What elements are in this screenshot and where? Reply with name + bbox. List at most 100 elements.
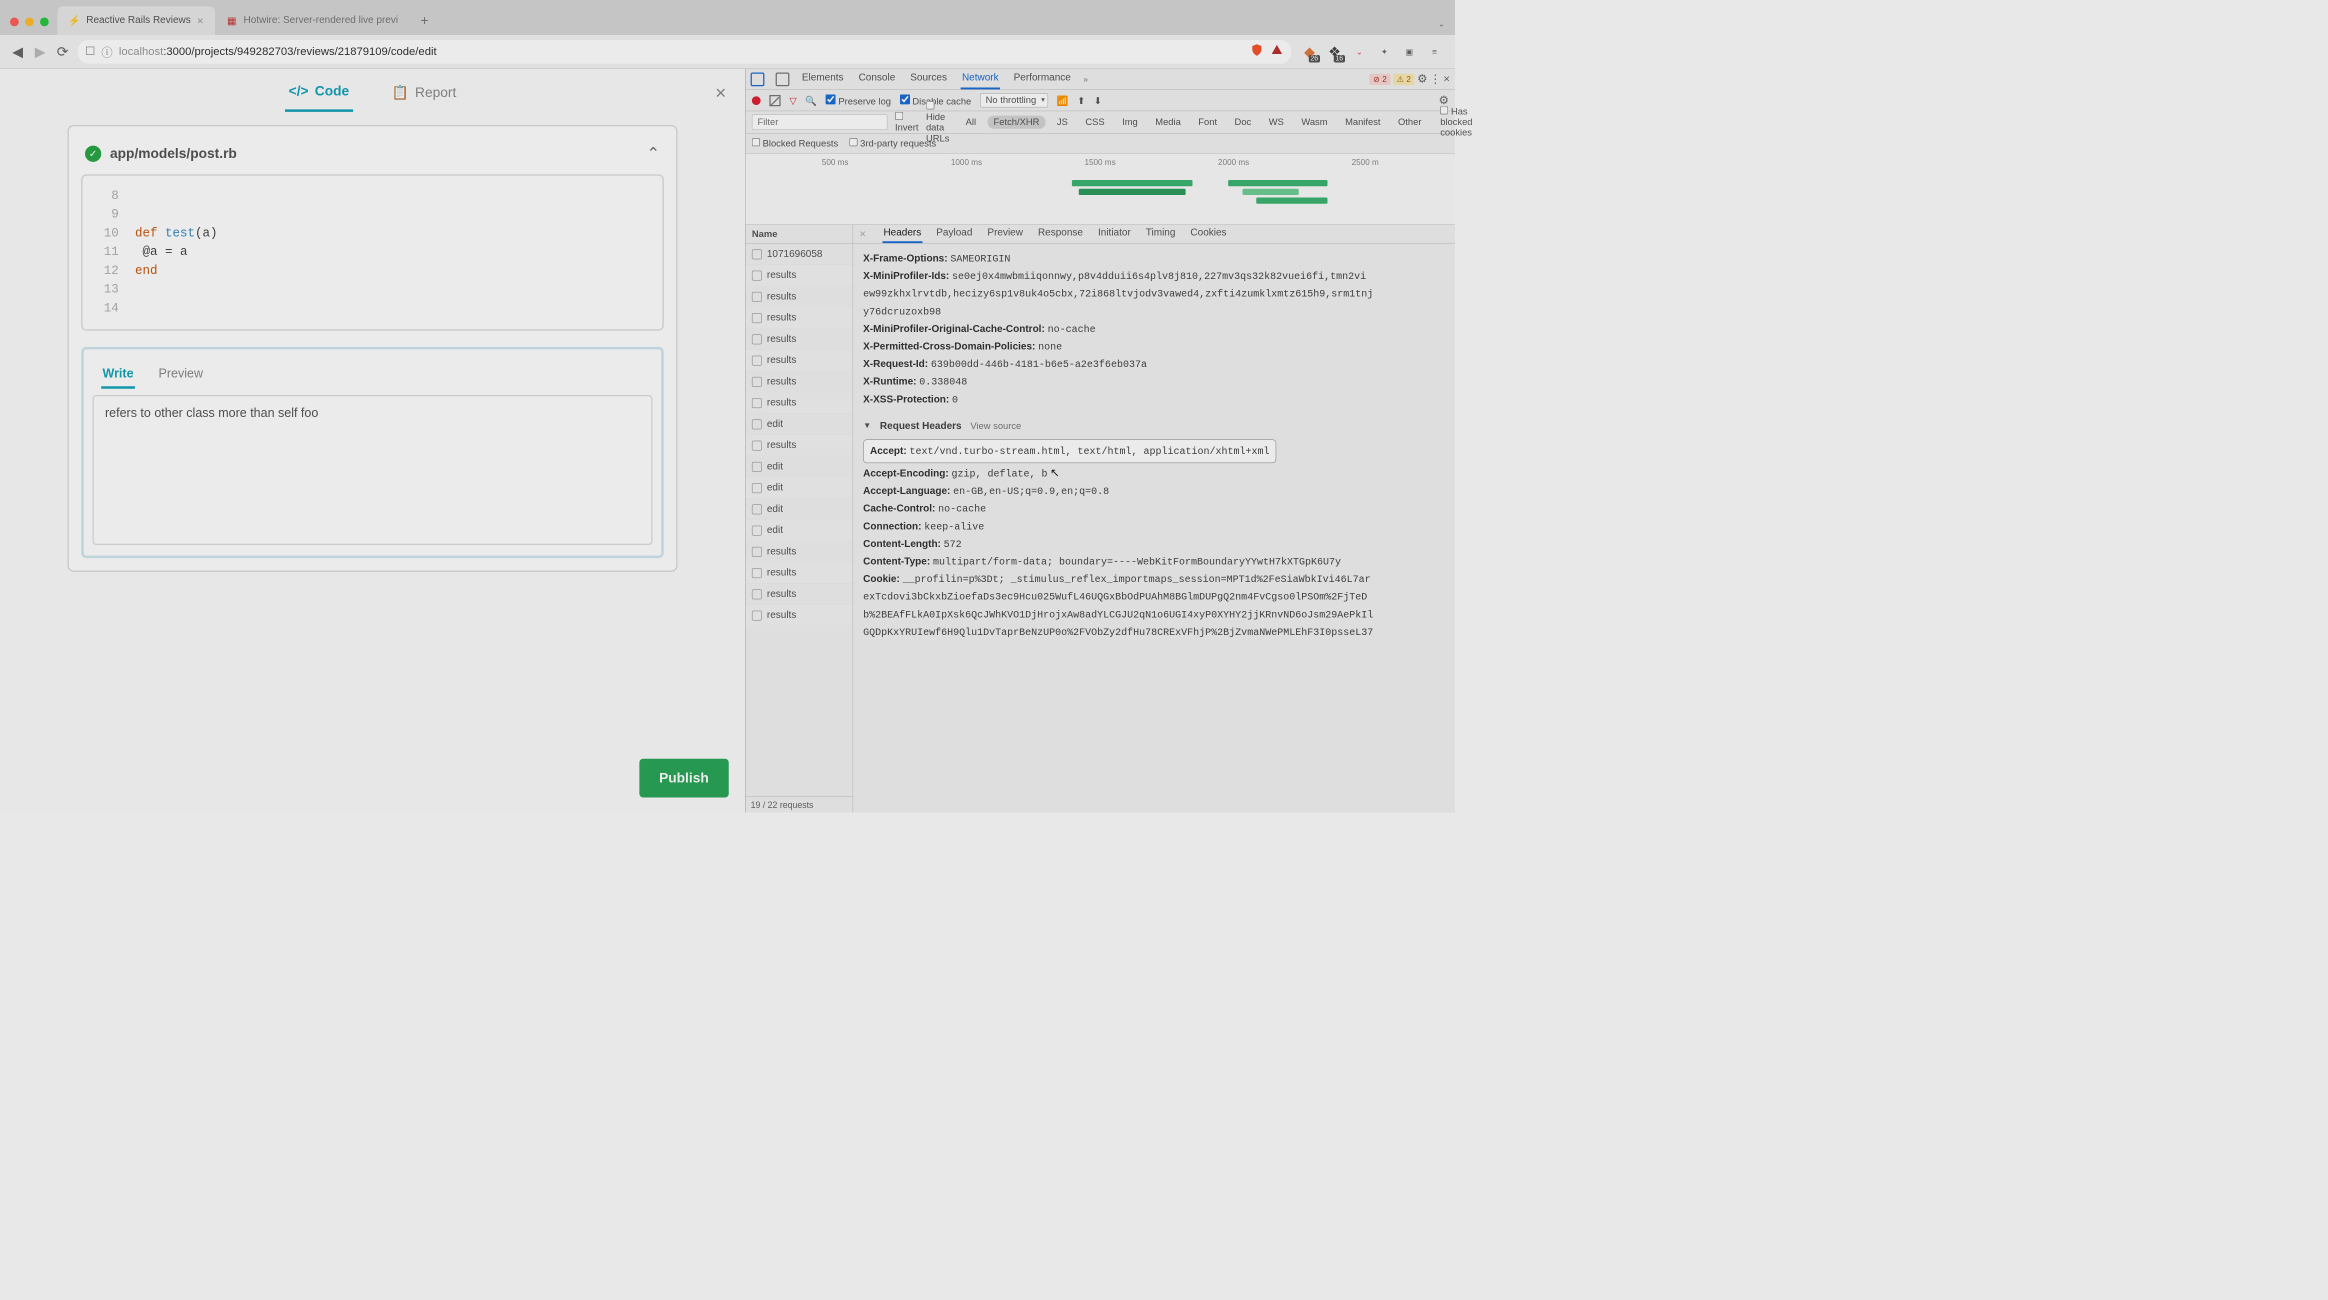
detail-tab-initiator[interactable]: Initiator: [1097, 225, 1132, 243]
devtools-tab-elements[interactable]: Elements: [801, 69, 845, 90]
filter-chip-fetchxhr[interactable]: Fetch/XHR: [987, 116, 1045, 129]
detail-tab-response[interactable]: Response: [1037, 225, 1085, 243]
disclosure-triangle-icon[interactable]: ▼: [863, 419, 871, 433]
devtools-tab-console[interactable]: Console: [857, 69, 896, 90]
devtools: Elements Console Sources Network Performance…: [745, 69, 1455, 813]
request-row[interactable]: edit: [746, 478, 853, 499]
devtools-tab-performance[interactable]: Performance: [1012, 69, 1072, 90]
window-maximize-button[interactable]: [40, 18, 49, 27]
close-panel-button[interactable]: ×: [715, 83, 726, 104]
request-row[interactable]: results: [746, 286, 853, 307]
request-row[interactable]: edit: [746, 520, 853, 541]
network-conditions-icon[interactable]: 📶: [1057, 95, 1069, 106]
device-toolbar-icon[interactable]: [776, 72, 790, 86]
chevron-up-icon[interactable]: ⌃: [646, 144, 660, 163]
ext-icon[interactable]: ◆26: [1301, 43, 1317, 59]
request-row[interactable]: 1071696058: [746, 244, 853, 265]
request-row[interactable]: results: [746, 329, 853, 350]
tab-report[interactable]: 📋 Report: [388, 74, 460, 110]
publish-button[interactable]: Publish: [639, 759, 729, 798]
clear-button[interactable]: [769, 95, 780, 106]
devtools-settings-icon[interactable]: ⚙: [1417, 73, 1427, 86]
reload-button[interactable]: ⟳: [51, 40, 74, 63]
export-har-icon[interactable]: ⬇: [1094, 95, 1102, 106]
request-row[interactable]: edit: [746, 456, 853, 477]
request-row[interactable]: results: [746, 265, 853, 286]
request-row[interactable]: results: [746, 605, 853, 626]
invert-checkbox[interactable]: Invert: [895, 112, 918, 133]
search-icon[interactable]: 🔍: [805, 95, 817, 106]
detail-tab-preview[interactable]: Preview: [986, 225, 1024, 243]
tab-overflow-icon[interactable]: ⌄: [1428, 19, 1455, 35]
request-row[interactable]: results: [746, 563, 853, 584]
devtools-more-icon[interactable]: ⋮: [1430, 73, 1441, 86]
inspect-element-icon[interactable]: [751, 72, 765, 86]
throttling-select[interactable]: No throttling: [980, 93, 1048, 107]
devtools-close-icon[interactable]: ×: [1443, 73, 1450, 86]
filter-chip-media[interactable]: Media: [1149, 116, 1187, 129]
request-type-icon: [752, 355, 762, 365]
ext-icon[interactable]: ❖16: [1326, 43, 1342, 59]
warning-badge[interactable]: ⚠ 2: [1393, 73, 1415, 84]
detail-tab-cookies[interactable]: Cookies: [1189, 225, 1228, 243]
filter-chip-doc[interactable]: Doc: [1228, 116, 1257, 129]
menu-icon[interactable]: ≡: [1426, 43, 1442, 59]
filter-chip-other[interactable]: Other: [1392, 116, 1428, 129]
waterfall-overview[interactable]: 500 ms1000 ms1500 ms2000 ms2500 m: [746, 154, 1455, 225]
comment-tab-preview[interactable]: Preview: [157, 362, 204, 389]
request-row[interactable]: results: [746, 371, 853, 392]
detail-tab-timing[interactable]: Timing: [1145, 225, 1177, 243]
request-row[interactable]: results: [746, 541, 853, 562]
request-row[interactable]: results: [746, 350, 853, 371]
comment-tab-write[interactable]: Write: [101, 362, 135, 389]
url-input[interactable]: ☐ ⓘ localhost:3000/projects/949282703/re…: [78, 40, 1292, 64]
blocked-requests-checkbox[interactable]: Blocked Requests: [752, 138, 838, 149]
more-tabs-icon[interactable]: »: [1083, 74, 1088, 83]
window-close-button[interactable]: [10, 18, 19, 27]
tab-close-icon[interactable]: ×: [197, 14, 204, 27]
filter-input[interactable]: [752, 114, 888, 130]
tab-code[interactable]: </> Code: [285, 73, 353, 112]
preserve-log-checkbox[interactable]: Preserve log: [826, 94, 891, 107]
window-minimize-button[interactable]: [25, 18, 34, 27]
error-badge[interactable]: ⊘ 2: [1369, 73, 1390, 84]
request-row[interactable]: edit: [746, 499, 853, 520]
brave-shield-icon[interactable]: [1250, 43, 1264, 60]
import-har-icon[interactable]: ⬆: [1077, 95, 1085, 106]
request-row[interactable]: results: [746, 393, 853, 414]
devtools-tab-network[interactable]: Network: [961, 69, 1000, 90]
browser-tab-active[interactable]: ⚡ Reactive Rails Reviews ×: [58, 6, 215, 35]
filter-chip-img[interactable]: Img: [1116, 116, 1144, 129]
filter-chip-js[interactable]: JS: [1051, 116, 1074, 129]
detail-tab-payload[interactable]: Payload: [935, 225, 974, 243]
filter-chip-ws[interactable]: WS: [1262, 116, 1290, 129]
filter-chip-manifest[interactable]: Manifest: [1339, 116, 1387, 129]
close-detail-icon[interactable]: ×: [859, 228, 866, 241]
third-party-checkbox[interactable]: 3rd-party requests: [849, 138, 936, 149]
filter-toggle-icon[interactable]: ▽: [789, 95, 796, 106]
comment-textarea[interactable]: [93, 395, 653, 545]
filter-chip-wasm[interactable]: Wasm: [1295, 116, 1334, 129]
new-tab-button[interactable]: +: [409, 13, 440, 36]
filter-chip-font[interactable]: Font: [1192, 116, 1223, 129]
request-row[interactable]: edit: [746, 414, 853, 435]
browser-tab[interactable]: ▦ Hotwire: Server-rendered live previ: [215, 6, 410, 35]
network-settings-icon[interactable]: ⚙: [1439, 94, 1449, 107]
request-row[interactable]: results: [746, 584, 853, 605]
request-row[interactable]: results: [746, 435, 853, 456]
brave-rewards-icon[interactable]: [1270, 43, 1284, 60]
record-button[interactable]: [752, 96, 761, 105]
filter-chip-css[interactable]: CSS: [1079, 116, 1111, 129]
bookmark-icon[interactable]: ☐: [85, 45, 95, 58]
site-info-icon[interactable]: ⓘ: [101, 43, 112, 59]
detail-tab-headers[interactable]: Headers: [882, 225, 922, 243]
extensions-icon[interactable]: ✦: [1376, 43, 1392, 59]
forward-button[interactable]: ▶: [29, 40, 52, 63]
devtools-tab-sources[interactable]: Sources: [909, 69, 948, 90]
reader-icon[interactable]: ▣: [1401, 43, 1417, 59]
pocket-icon[interactable]: ⌄: [1351, 43, 1367, 59]
view-source-link[interactable]: View source: [970, 418, 1021, 434]
request-row[interactable]: results: [746, 308, 853, 329]
filter-chip-all[interactable]: All: [959, 116, 982, 129]
back-button[interactable]: ◀: [6, 40, 29, 63]
